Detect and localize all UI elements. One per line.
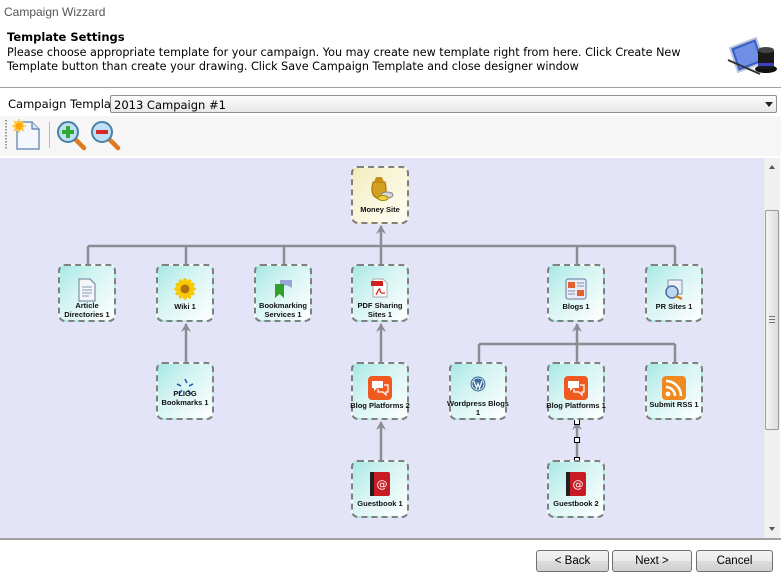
diagram-node-pligg[interactable]: PLIGG Bookmarks 1 — [156, 362, 214, 420]
next-button[interactable]: Next > — [612, 550, 692, 572]
diagram-node-blogs[interactable]: Blogs 1 — [547, 264, 605, 322]
diagram-node-guest2[interactable]: @ Guestbook 2 — [547, 460, 605, 518]
new-document-icon — [12, 119, 40, 150]
back-button[interactable]: < Back — [536, 550, 609, 572]
diagram-node-rss[interactable]: Submit RSS 1 — [645, 362, 703, 420]
diagram-node-blogplat2[interactable]: Blog Platforms 2 — [350, 362, 410, 420]
wordpress-icon — [470, 376, 486, 395]
diagram-node-label: Blog Platforms 2 — [350, 401, 410, 410]
new-template-button[interactable] — [11, 119, 43, 151]
zoom-out-button[interactable] — [89, 119, 121, 151]
diagram-node-label: Submit RSS 1 — [649, 400, 699, 409]
designer-canvas[interactable]: Money Site Article Directories 1 Wiki 1 Boo… — [0, 158, 763, 538]
diagram-node-guest1[interactable]: @ Guestbook 1 — [351, 460, 409, 518]
section-description: Please choose appropriate template for y… — [7, 46, 681, 73]
blog-page-icon — [565, 278, 587, 303]
diagram-node-pdf[interactable]: PDF Sharing Sites 1 — [351, 264, 409, 322]
scrollbar-thumb[interactable] — [765, 210, 779, 430]
diagram-node-money[interactable]: Money Site — [351, 166, 409, 224]
edge-selection-handle[interactable] — [574, 437, 580, 443]
campaign-template-label: Campaign Template: — [8, 97, 127, 111]
svg-text:@: @ — [573, 478, 584, 491]
guestbook-icon: @ — [367, 470, 393, 501]
toolbar-separator — [49, 122, 50, 148]
diagram-node-label: PLIGG Bookmarks 1 — [161, 389, 209, 407]
diagram-node-wordpress[interactable]: Wordpress Blogs 1 — [447, 362, 509, 420]
vertical-scrollbar[interactable] — [763, 158, 780, 538]
diagram-node-label: Blog Platforms 1 — [546, 401, 606, 410]
guestbook-icon: @ — [563, 470, 589, 501]
edge-selection-handle[interactable] — [574, 419, 580, 425]
rss-icon — [662, 376, 686, 403]
money-bag-icon — [365, 174, 395, 205]
diagram-node-label: Money Site — [360, 205, 400, 214]
diagram-node-label: Article Directories 1 — [64, 301, 110, 319]
campaign-template-value: 2013 Campaign #1 — [114, 98, 226, 112]
footer-divider — [0, 538, 781, 540]
toolbar-grip[interactable] — [5, 120, 7, 150]
diagram-node-label: Wiki 1 — [174, 302, 196, 311]
cancel-button[interactable]: Cancel — [696, 550, 773, 572]
diagram-node-label: Guestbook 2 — [553, 499, 599, 508]
diagram-node-label: Wordpress Blogs 1 — [447, 399, 509, 417]
section-title: Template Settings — [7, 30, 125, 44]
sunflower-icon — [174, 278, 196, 303]
scroll-down-arrow-icon[interactable] — [769, 527, 775, 531]
zoom-out-icon — [91, 121, 121, 151]
chevron-down-icon[interactable] — [765, 102, 773, 107]
toolbar — [0, 116, 781, 156]
scroll-up-arrow-icon[interactable] — [769, 165, 775, 169]
svg-text:@: @ — [377, 478, 388, 491]
diagram-node-label: Blogs 1 — [562, 302, 590, 311]
press-release-icon — [662, 278, 686, 303]
pdf-icon — [371, 278, 389, 301]
diagram-node-label: Bookmarking Services 1 — [259, 301, 307, 319]
diagram-node-label: PDF Sharing Sites 1 — [357, 301, 403, 319]
diagram-node-article[interactable]: Article Directories 1 — [58, 264, 116, 322]
wizard-hat-icon — [726, 36, 778, 76]
zoom-in-icon — [57, 121, 87, 151]
diagram-node-label: PR Sites 1 — [655, 302, 693, 311]
diagram-node-blogplat1[interactable]: Blog Platforms 1 — [546, 362, 606, 420]
diagram-node-wiki[interactable]: Wiki 1 — [156, 264, 214, 322]
diagram-node-bookmarking[interactable]: Bookmarking Services 1 — [254, 264, 312, 322]
diagram-node-label: Guestbook 1 — [357, 499, 403, 508]
window-title: Campaign Wizzard — [4, 5, 106, 19]
chat-bubbles-icon — [564, 376, 588, 403]
campaign-template-select[interactable]: 2013 Campaign #1 — [110, 95, 777, 113]
bookmark-ribbon-icon — [272, 278, 294, 303]
zoom-in-button[interactable] — [55, 119, 87, 151]
chat-bubbles-icon — [368, 376, 392, 403]
diagram-node-pr[interactable]: PR Sites 1 — [645, 264, 703, 322]
header-divider — [0, 87, 781, 88]
